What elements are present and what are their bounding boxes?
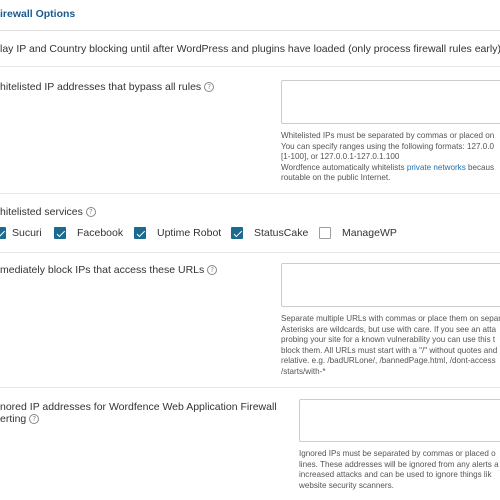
help-text-line: probing your site for a known vulnerabil…	[281, 335, 496, 344]
ignored-ips-label-wrap: nored IP addresses for Wordfence Web App…	[0, 400, 277, 414]
managewp-checkbox[interactable]	[319, 227, 331, 239]
whitelisted-services-label: hitelisted services	[0, 206, 83, 218]
ignored-ips-label-wrap-2: erting?	[0, 412, 40, 426]
row-divider	[0, 252, 500, 253]
sucuri-label: Sucuri	[12, 227, 42, 239]
whitelisted-ips-textarea[interactable]	[281, 80, 500, 124]
facebook-label: Facebook	[77, 227, 124, 239]
row-divider	[0, 193, 500, 194]
ignored-ips-label-cont: erting	[0, 413, 27, 425]
help-text-line: Ignored IPs must be separated by commas …	[299, 449, 496, 458]
help-text-line: Whitelisted IPs must be separated by com…	[281, 131, 495, 140]
help-icon[interactable]: ?	[204, 82, 215, 92]
help-text-line: /starts/with-*	[281, 366, 326, 376]
managewp-label: ManageWP	[342, 227, 397, 239]
help-icon[interactable]: ?	[29, 414, 40, 424]
help-text-line: Separate multiple URLs with commas or pl…	[281, 314, 500, 323]
whitelisted-ips-label: hitelisted IP addresses that bypass all …	[0, 81, 202, 93]
delay-blocking-option[interactable]: lay IP and Country blocking until after …	[0, 42, 500, 56]
help-text-fragment: Wordfence automatically whitelists	[281, 162, 407, 172]
help-text-line: Wordfence automatically whitelists priva…	[281, 163, 494, 174]
uptime-robot-checkbox[interactable]	[134, 227, 146, 239]
statuscake-label: StatusCake	[254, 227, 309, 239]
help-text-line: routable on the public Internet.	[281, 173, 391, 182]
block-urls-label-wrap: mediately block IPs that access these UR…	[0, 263, 218, 277]
help-text-line: Asterisks are wildcards, but use with ca…	[281, 324, 497, 334]
block-urls-help: Separate multiple URLs with commas or pl…	[281, 314, 500, 377]
facebook-checkbox[interactable]	[54, 227, 66, 239]
whitelisted-services-label-wrap: hitelisted services?	[0, 205, 96, 219]
block-urls-label: mediately block IPs that access these UR…	[0, 264, 205, 276]
whitelisted-ips-label-wrap: hitelisted IP addresses that bypass all …	[0, 80, 215, 94]
whitelisted-services-list: Sucuri Facebook Uptime Robot StatusCake …	[0, 227, 500, 243]
help-text-fragment: becaus	[465, 162, 495, 172]
row-divider	[0, 387, 500, 388]
section-title: irewall Options	[0, 8, 76, 20]
help-text-line: [1-100], or 127.0.0.1-127.0.1.100	[281, 152, 400, 161]
ignored-ips-textarea[interactable]	[299, 399, 500, 442]
sucuri-checkbox[interactable]	[0, 227, 6, 239]
help-text-line: lines. These addresses will be ignored f…	[299, 459, 499, 469]
title-divider	[0, 30, 500, 31]
help-text-line: website security scanners.	[299, 480, 394, 490]
help-text-line: block them. All URLs must start with a "…	[281, 345, 498, 355]
row-divider	[0, 66, 500, 67]
uptime-robot-label: Uptime Robot	[157, 227, 222, 239]
ignored-ips-label: nored IP addresses for Wordfence Web App…	[0, 401, 277, 413]
block-urls-textarea[interactable]	[281, 263, 500, 307]
help-text-line: increased attacks and can be used to ign…	[299, 470, 492, 479]
ignored-ips-help: Ignored IPs must be separated by commas …	[299, 449, 499, 491]
help-text-line: relative. e.g. /badURLone/, /bannedPage.…	[281, 356, 496, 365]
help-icon[interactable]: ?	[85, 207, 96, 217]
statuscake-checkbox[interactable]	[231, 227, 243, 239]
whitelisted-ips-help: Whitelisted IPs must be separated by com…	[281, 131, 494, 184]
private-networks-link[interactable]: private networks	[407, 163, 466, 172]
help-text-line: You can specify ranges using the followi…	[281, 141, 494, 151]
delay-blocking-label: lay IP and Country blocking until after …	[0, 43, 500, 55]
help-icon[interactable]: ?	[207, 265, 218, 275]
